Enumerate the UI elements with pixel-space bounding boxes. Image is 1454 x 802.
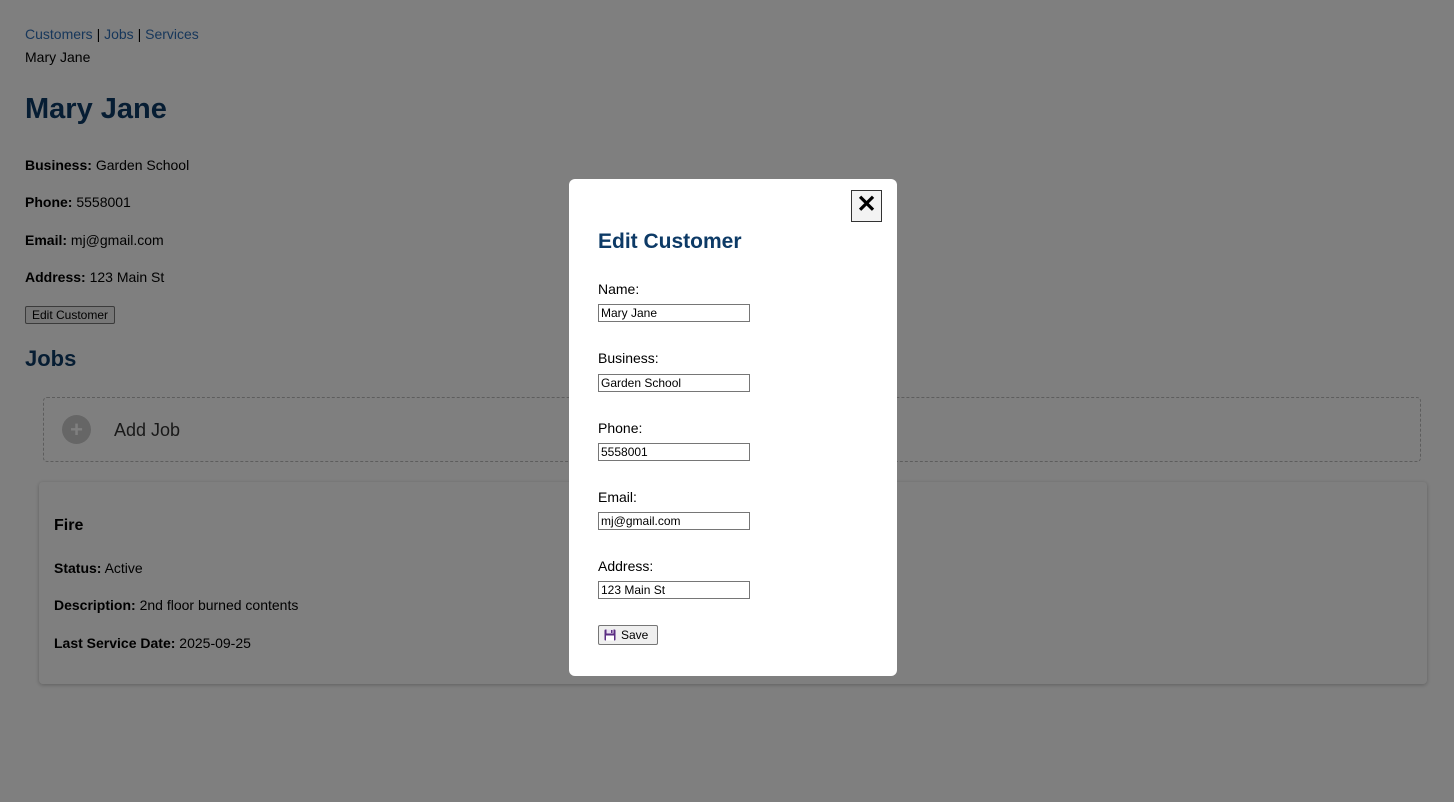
modal-title: Edit Customer <box>598 230 742 253</box>
business-input[interactable] <box>598 374 750 392</box>
business-label: Business: <box>598 350 659 366</box>
name-input[interactable] <box>598 304 750 322</box>
save-label: Save <box>621 628 649 642</box>
email-label: Email: <box>598 489 637 505</box>
address-label: Address: <box>598 558 654 574</box>
floppy-disk-icon <box>604 629 616 641</box>
phone-input[interactable] <box>598 443 750 461</box>
address-input[interactable] <box>598 581 750 599</box>
close-button[interactable]: ✕ <box>851 190 882 222</box>
close-icon: ✕ <box>856 191 877 218</box>
email-input[interactable] <box>598 512 750 530</box>
phone-label: Phone: <box>598 420 643 436</box>
edit-customer-modal: ✕ Edit Customer Name: Business: Phone: E… <box>569 179 897 676</box>
name-label: Name: <box>598 281 640 297</box>
save-button[interactable]: Save <box>598 625 658 645</box>
